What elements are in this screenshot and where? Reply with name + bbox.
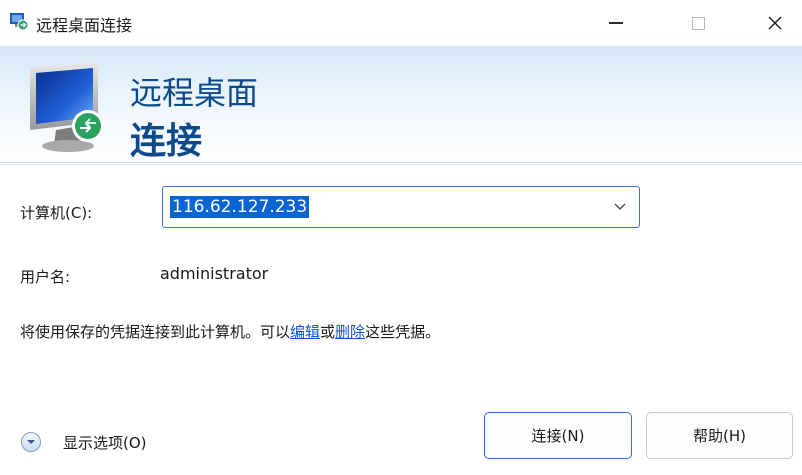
computer-input-value[interactable]: 116.62.127.233 bbox=[170, 196, 310, 218]
minimize-button[interactable] bbox=[593, 0, 639, 46]
banner-title-line2: 连接 bbox=[130, 121, 203, 162]
maximize-icon bbox=[691, 16, 705, 30]
window-title: 远程桌面连接 bbox=[36, 16, 133, 35]
computer-combobox[interactable]: 116.62.127.233 bbox=[162, 186, 640, 228]
remote-desktop-icon bbox=[10, 13, 29, 31]
help-button[interactable]: 帮助(H) bbox=[646, 412, 793, 459]
banner-title-line1: 远程桌面 bbox=[130, 74, 259, 112]
computer-label: 计算机(C): bbox=[20, 204, 93, 222]
show-options-link[interactable]: 显示选项(O) bbox=[63, 432, 147, 453]
chevron-down-icon[interactable] bbox=[613, 201, 627, 211]
credentials-info: 将使用保存的凭据连接到此计算机。可以编辑或删除这些凭据。 bbox=[20, 321, 440, 342]
minimize-icon bbox=[609, 22, 623, 24]
username-label: 用户名: bbox=[20, 268, 71, 286]
delete-credentials-link[interactable]: 删除 bbox=[335, 323, 365, 341]
info-text-before: 将使用保存的凭据连接到此计算机。可以 bbox=[20, 323, 291, 341]
remote-desktop-monitor-icon bbox=[30, 62, 104, 152]
expand-options-icon[interactable] bbox=[20, 431, 42, 453]
info-text-or: 或 bbox=[320, 323, 336, 341]
connect-button[interactable]: 连接(N) bbox=[484, 412, 632, 459]
info-text-after: 这些凭据。 bbox=[365, 323, 441, 341]
close-button[interactable] bbox=[752, 0, 798, 46]
banner-divider-shadow bbox=[0, 164, 802, 165]
close-icon bbox=[768, 16, 782, 30]
title-bar: 远程桌面连接 bbox=[0, 0, 802, 46]
maximize-button[interactable] bbox=[675, 0, 721, 46]
username-value: administrator bbox=[160, 264, 269, 283]
banner-divider bbox=[0, 162, 802, 163]
edit-credentials-link[interactable]: 编辑 bbox=[290, 323, 320, 341]
